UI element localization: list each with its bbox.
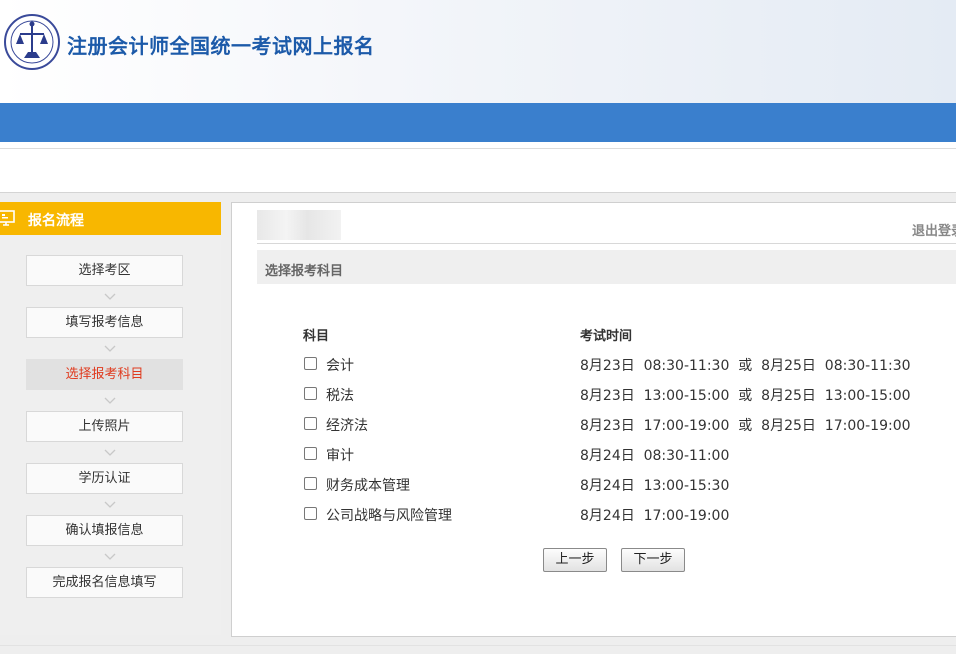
sidebar-header: 报名流程 [0,202,221,235]
exam-time: 8月24日 08:30-11:00 [580,448,730,464]
divider [257,243,956,244]
chevron-down-icon [104,397,116,404]
step-select-subjects[interactable]: 选择报考科目 [26,359,183,390]
chevron-down-icon [104,501,116,508]
sidebar: 报名流程 选择考区 填写报考信息 选择报考科目 上传照片 学历认证 确认填报信息… [0,202,221,635]
subject-name: 审计 [326,448,354,464]
subject-checkbox[interactable] [304,477,317,490]
step-select-area[interactable]: 选择考区 [26,255,183,286]
next-step-button[interactable]: 下一步 [621,548,685,572]
subject-checkbox[interactable] [304,357,317,370]
subject-name: 税法 [326,388,354,404]
subject-checkbox[interactable] [304,447,317,460]
username-redacted [257,210,341,240]
table-row: 公司战略与风险管理 8月24日 17:00-19:00 [304,505,954,525]
subject-name: 经济法 [326,418,368,434]
column-header-time: 考试时间 [580,329,633,344]
subject-checkbox[interactable] [304,417,317,430]
sub-header-band [0,142,956,193]
cicpa-emblem-icon [4,14,60,70]
section-title: 选择报考科目 [265,264,344,279]
divider [0,148,956,149]
subject-name: 财务成本管理 [326,478,410,494]
site-header: 注册会计师全国统一考试网上报名 [0,0,956,103]
section-header: 选择报考科目 [257,250,956,284]
table-row: 财务成本管理 8月24日 13:00-15:30 [304,475,954,495]
step-complete[interactable]: 完成报名信息填写 [26,567,183,598]
table-row: 经济法 8月23日 17:00-19:00 或 8月25日 17:00-19:0… [304,415,954,435]
nav-bar [0,103,956,142]
subject-name: 会计 [326,358,354,374]
column-header-subject: 科目 [303,329,330,344]
exam-time: 8月23日 13:00-15:00 或 8月25日 13:00-15:00 [580,388,911,404]
subject-name: 公司战略与风险管理 [326,508,452,524]
chevron-down-icon [104,293,116,300]
exam-time: 8月24日 17:00-19:00 [580,508,730,524]
exam-time: 8月23日 08:30-11:30 或 8月25日 08:30-11:30 [580,358,911,374]
exam-time: 8月24日 13:00-15:30 [580,478,730,494]
step-fill-info[interactable]: 填写报考信息 [26,307,183,338]
step-education-verify[interactable]: 学历认证 [26,463,183,494]
subject-checkbox[interactable] [304,507,317,520]
prev-step-button[interactable]: 上一步 [543,548,607,572]
step-confirm-info[interactable]: 确认填报信息 [26,515,183,546]
chevron-down-icon [104,345,116,352]
monitor-icon [0,210,15,226]
chevron-down-icon [104,449,116,456]
sidebar-title: 报名流程 [28,213,84,229]
exam-time: 8月23日 17:00-19:00 或 8月25日 17:00-19:00 [580,418,911,434]
subject-checkbox[interactable] [304,387,317,400]
chevron-down-icon [104,553,116,560]
table-row: 税法 8月23日 13:00-15:00 或 8月25日 13:00-15:00 [304,385,954,405]
site-title: 注册会计师全国统一考试网上报名 [67,34,375,58]
table-row: 会计 8月23日 08:30-11:30 或 8月25日 08:30-11:30 [304,355,954,375]
footer-divider [0,645,956,646]
step-upload-photo[interactable]: 上传照片 [26,411,183,442]
main-panel: 退出登录 选择报考科目 科目 考试时间 会计 8月23日 08:30-11:30… [231,202,956,637]
logout-link[interactable]: 退出登录 [912,220,956,239]
table-row: 审计 8月24日 08:30-11:00 [304,445,954,465]
